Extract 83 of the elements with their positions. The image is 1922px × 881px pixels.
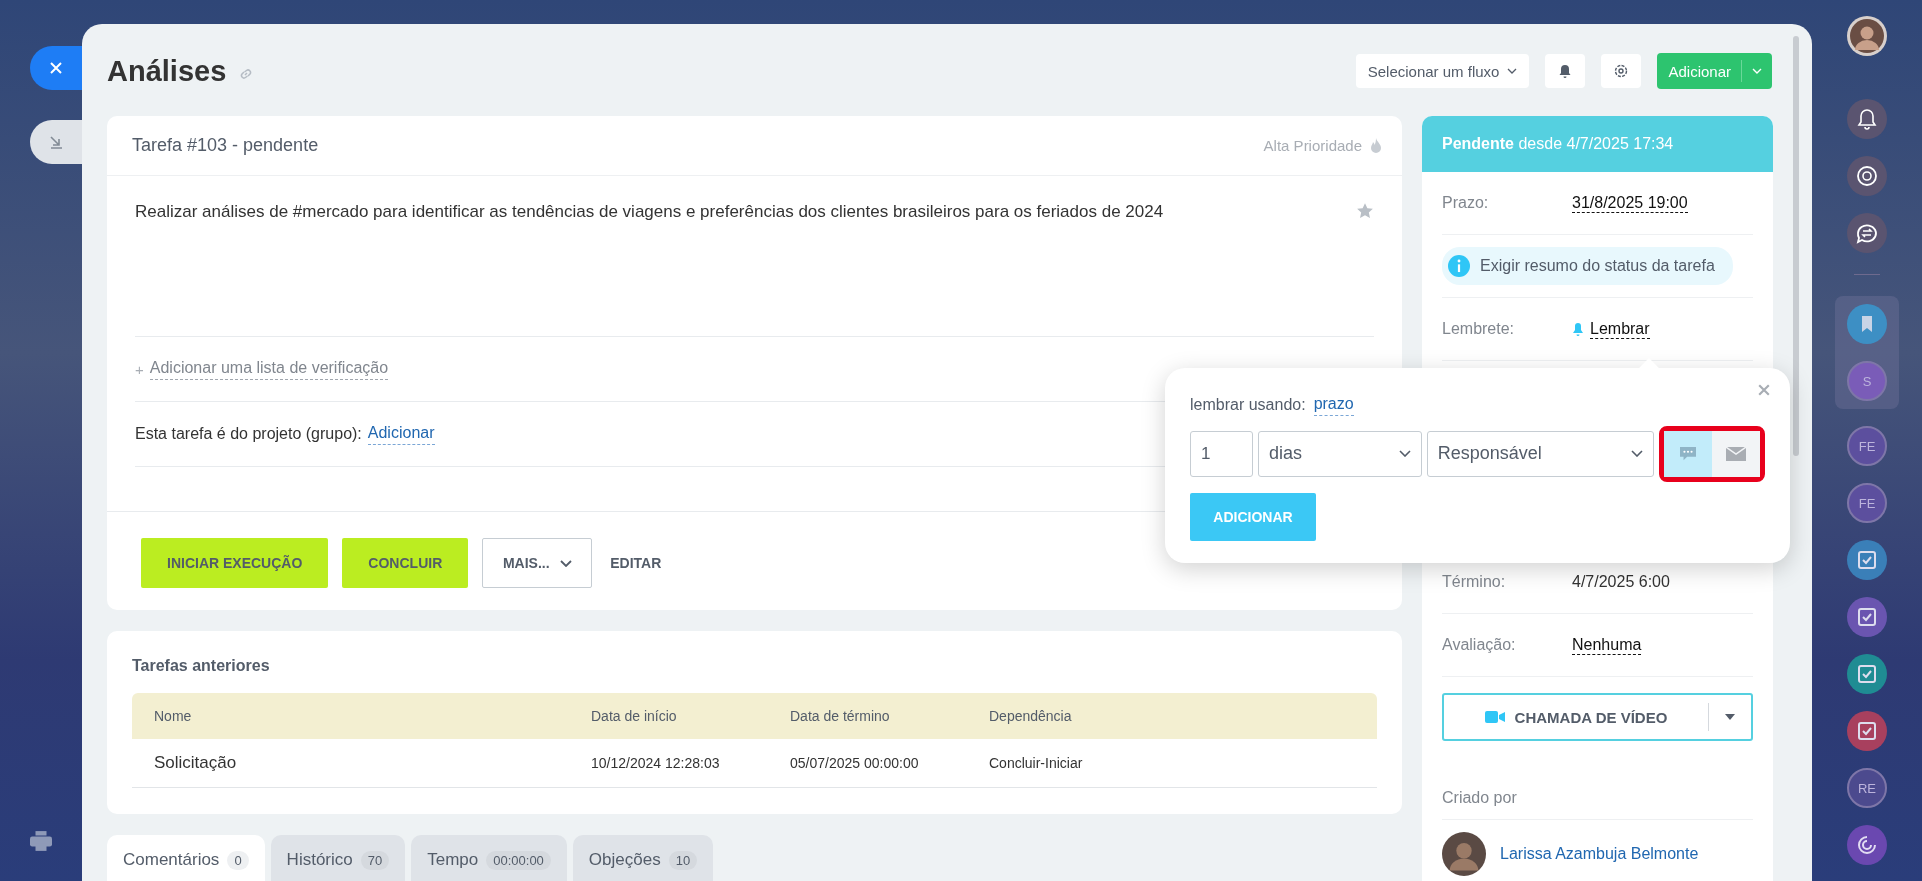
chat-icon[interactable] [1847, 213, 1887, 253]
count-badge: 0 [227, 850, 249, 870]
checkbox-icon[interactable] [1847, 654, 1887, 694]
bookmark-icon[interactable] [1847, 304, 1887, 344]
video-call-button[interactable]: CHAMADA DE VÍDEO [1442, 693, 1753, 741]
caret-down-icon[interactable] [1725, 714, 1735, 720]
priority-label: Alta Prioridade [1263, 137, 1362, 154]
column-header: Dependência [989, 708, 1073, 724]
chevron-down-icon [1752, 68, 1762, 74]
field-value-link[interactable]: 31/8/2025 19:00 [1572, 193, 1688, 213]
field-label: Avaliação: [1442, 636, 1517, 654]
plus-sign: + [135, 360, 144, 378]
reminder-label: lembrar usando: [1190, 395, 1306, 414]
user-avatar[interactable]: FE [1847, 483, 1887, 523]
project-link[interactable]: Adicionar [367, 423, 435, 445]
scrollbar[interactable] [1793, 36, 1799, 456]
user-avatar[interactable]: RE [1847, 768, 1887, 808]
checkbox-icon[interactable] [1847, 597, 1887, 637]
section-title: Tarefas anteriores [132, 657, 271, 675]
action-button[interactable]: INICIAR EXECUÇÃO [141, 538, 329, 588]
settings-button[interactable] [1601, 54, 1642, 88]
collapse-button[interactable] [30, 120, 82, 164]
count-badge: 10 [668, 850, 698, 870]
tab[interactable]: Tempo 00:00:00 [411, 835, 567, 881]
column-header: Data de término [790, 708, 891, 724]
field-label: Lembrete: [1442, 320, 1516, 338]
task-title: Tarefa #103 - pendente [132, 135, 319, 156]
column-header: Data de início [591, 708, 678, 724]
table-cell-text: Concluir-Iniciar [989, 755, 1084, 771]
checkbox-icon[interactable] [1847, 540, 1887, 580]
action-button[interactable]: CONCLUIR [342, 538, 469, 588]
envelope-icon [1726, 445, 1746, 462]
field-value-link[interactable]: Nenhuma [1572, 635, 1642, 655]
count-badge: 00:00:00 [486, 850, 551, 870]
task-name-cell[interactable]: Solicitação [154, 753, 591, 773]
user-avatar[interactable]: FE [1847, 426, 1887, 466]
bell-icon [1572, 322, 1584, 336]
chevron-down-icon [559, 559, 572, 567]
status-banner: Pendente desde 4/7/2025 17:34 [1422, 116, 1773, 172]
field-label: Término: [1442, 573, 1507, 591]
checkbox-icon[interactable] [1847, 711, 1887, 751]
target-icon[interactable] [1847, 156, 1887, 196]
printer-icon[interactable] [30, 831, 52, 851]
checklist-link[interactable]: Adicionar uma lista de verificação [149, 358, 389, 380]
avatar-icon[interactable] [1847, 16, 1887, 56]
table-cell-text: 10/12/2024 12:28:03 [591, 755, 721, 771]
close-button[interactable] [30, 46, 82, 90]
column-header: Nome [154, 708, 193, 724]
page-title: Análises [107, 54, 227, 88]
section-label: Criado por [1442, 757, 1753, 820]
info-icon [1448, 255, 1470, 277]
edit-button[interactable]: EDITAR [606, 555, 666, 571]
count-badge: 70 [360, 850, 390, 870]
table-cell-text: 05/07/2025 00:00:00 [790, 755, 920, 771]
notifications-button[interactable] [1545, 54, 1586, 88]
spiral-icon[interactable] [1847, 825, 1887, 865]
bell-icon[interactable] [1847, 99, 1887, 139]
reminder-link[interactable]: Lembrar [1590, 319, 1650, 339]
avatar-icon [1442, 832, 1486, 876]
recipient-select[interactable]: Responsável [1426, 430, 1654, 477]
project-label: Esta tarefa é do projeto (grupo): [135, 425, 362, 443]
chevron-down-icon [1631, 450, 1643, 458]
tab[interactable]: Histórico 70 [270, 835, 406, 881]
chevron-down-icon [1507, 68, 1518, 74]
status-summary-notice[interactable]: Exigir resumo do status da tarefa [1442, 247, 1733, 285]
chat-bubble-icon [1678, 445, 1698, 462]
arrow-down-right-icon [48, 134, 64, 150]
video-camera-icon [1484, 711, 1505, 723]
amount-field[interactable]: 1 [1190, 430, 1253, 477]
star-icon[interactable] [1356, 202, 1374, 220]
creator-link[interactable]: Larissa Azambuja Belmonte [1500, 845, 1699, 863]
settings-icon [1613, 63, 1630, 79]
task-description: Realizar análises de #mercado para identificar as tendências de viagens e preferências dos clientes brasileiros para os feriados de 2024 [135, 202, 1164, 223]
deadline-link[interactable]: prazo [1313, 394, 1354, 416]
close-icon [48, 60, 64, 76]
tab[interactable]: Comentários 0 [107, 835, 265, 881]
unit-select[interactable]: dias [1258, 430, 1422, 477]
field-value: 4/7/2025 6:00 [1572, 573, 1670, 591]
chevron-down-icon [1398, 450, 1411, 458]
flow-select[interactable]: Selecionar um fluxo [1355, 54, 1530, 88]
tab[interactable]: Objeções 10 [572, 835, 714, 881]
field-label: Prazo: [1442, 194, 1490, 212]
more-button[interactable]: MAIS... [482, 538, 593, 588]
